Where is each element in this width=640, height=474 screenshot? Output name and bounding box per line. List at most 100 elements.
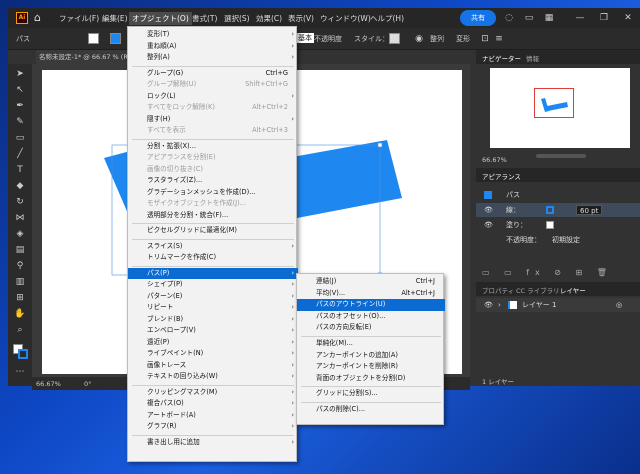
object-menu-item[interactable]: アートボード(A) › xyxy=(128,410,298,422)
object-menu-item[interactable]: グループ(G) Ctrl+G xyxy=(128,68,298,80)
isolate-icon[interactable]: ⊡ xyxy=(478,32,492,46)
graph-tool-icon[interactable]: ▥ xyxy=(14,276,26,288)
discover-icon[interactable]: ◌ xyxy=(502,11,516,25)
menu-effect[interactable]: 効果(C) xyxy=(253,12,285,25)
gradient-tool-icon[interactable]: ▤ xyxy=(14,244,26,256)
path-submenu-item[interactable]: 連結(J) Ctrl+J xyxy=(297,276,445,288)
path-submenu-item[interactable]: パスの方向反転(E) xyxy=(297,322,445,334)
layer-name[interactable]: レイヤー 1 xyxy=(522,298,556,312)
menu-select[interactable]: 選択(S) xyxy=(221,12,253,25)
tab-cc-libraries[interactable]: CC ライブラリ xyxy=(516,285,560,295)
path-submenu-item[interactable]: パスの削除(C)... xyxy=(297,404,445,416)
object-menu-item[interactable]: 透明部分を分割・統合(F)... xyxy=(128,210,298,222)
arrange-documents-icon[interactable]: ▦ xyxy=(542,11,556,25)
menu-edit[interactable]: 編集(E) xyxy=(99,12,131,25)
style-swatch[interactable] xyxy=(389,33,400,44)
object-menu-item[interactable]: スライス(S) › xyxy=(128,241,298,253)
object-menu-item[interactable]: ライブペイント(N) › xyxy=(128,348,298,360)
object-menu-item[interactable]: 複合パス(O) › xyxy=(128,398,298,410)
path-submenu-item[interactable]: アンカーポイントの追加(A) xyxy=(297,350,445,362)
object-menu-item[interactable]: モザイクオブジェクトを作成(J)... xyxy=(128,198,298,210)
tab-properties[interactable]: プロパティ xyxy=(482,285,514,295)
document-tab[interactable]: 名称未設定-1* @ 66.67 % (RGB/ xyxy=(36,50,136,64)
navigator-preview[interactable] xyxy=(490,68,630,148)
arrange-icon[interactable]: ▭ xyxy=(522,11,536,25)
path-submenu-item[interactable]: 背面のオブジェクトを分割(D) xyxy=(297,373,445,385)
maximize-icon[interactable]: ❐ xyxy=(592,8,616,28)
menu-view[interactable]: 表示(V) xyxy=(285,12,317,25)
navigator-zoom[interactable]: 66.67% xyxy=(482,156,507,164)
object-menu-item[interactable]: エンベロープ(V) › xyxy=(128,325,298,337)
object-menu-item[interactable]: トリムマークを作成(C) xyxy=(128,252,298,264)
brush-tool-icon[interactable]: ╱ xyxy=(14,148,26,160)
object-menu-item[interactable]: リピート › xyxy=(128,302,298,314)
menu-object[interactable]: オブジェクト(O) xyxy=(129,12,192,25)
menu-help[interactable]: ヘルプ(H) xyxy=(367,12,407,25)
fill-color-chip[interactable] xyxy=(546,221,554,229)
pen-tool-icon[interactable]: ✒ xyxy=(14,100,26,112)
visibility-eye-icon[interactable]: 👁 xyxy=(484,298,493,312)
object-menu-item[interactable]: パターン(E) › xyxy=(128,291,298,303)
object-menu-item[interactable]: テキストの回り込み(W) › xyxy=(128,371,298,383)
opacity-value[interactable]: 初期設定 xyxy=(552,233,580,247)
object-menu-item[interactable]: 遠近(P) › xyxy=(128,337,298,349)
navigator-zoom-slider[interactable] xyxy=(536,154,586,158)
object-menu-item[interactable]: グラフ(R) › xyxy=(128,421,298,433)
object-menu-item[interactable]: グループ解除(U) Shift+Ctrl+G xyxy=(128,79,298,91)
recolor-icon[interactable]: ◉ xyxy=(412,32,426,46)
rectangle-tool-icon[interactable]: ▭ xyxy=(14,132,26,144)
eyedropper-tool-icon[interactable]: ⚲ xyxy=(14,260,26,272)
home-icon[interactable]: ⌂ xyxy=(34,11,48,25)
path-submenu-item[interactable]: アンカーポイントを削除(R) xyxy=(297,361,445,373)
rotation-angle[interactable]: 0° xyxy=(84,380,91,388)
width-tool-icon[interactable]: ⋈ xyxy=(14,212,26,224)
visibility-eye-icon[interactable]: 👁 xyxy=(484,218,493,232)
hand-tool-icon[interactable]: ✋ xyxy=(14,308,26,320)
path-submenu-item[interactable]: 平均(V)... Alt+Ctrl+J xyxy=(297,288,445,300)
object-menu-item[interactable]: 重ね順(A) › xyxy=(128,41,298,53)
object-menu-item[interactable]: クリッピングマスク(M) › xyxy=(128,387,298,399)
stroke-swatch[interactable] xyxy=(110,33,121,44)
object-menu-item[interactable]: 隠す(H) › xyxy=(128,114,298,126)
layer-row[interactable]: 👁 › レイヤー 1 ◎ xyxy=(476,298,640,312)
object-menu-item[interactable]: すべてをロック解除(K) Alt+Ctrl+2 xyxy=(128,102,298,114)
object-menu-item[interactable]: 整列(A) › xyxy=(128,52,298,64)
object-menu-item[interactable]: グラデーションメッシュを作成(D)... xyxy=(128,187,298,199)
share-button[interactable]: 共有 xyxy=(460,10,496,26)
appearance-fill-row[interactable]: 👁 塗り： xyxy=(476,218,640,232)
object-menu-item[interactable]: 分割・拡張(X)... xyxy=(128,141,298,153)
tab-navigator[interactable]: ナビゲーター xyxy=(482,53,521,63)
path-submenu-item[interactable]: パスのアウトライン(U) xyxy=(297,299,445,311)
brush-definition[interactable]: 基本 xyxy=(296,33,314,43)
appearance-stroke-row[interactable]: 👁 線： 60 pt xyxy=(476,203,640,217)
panel-menu-icon[interactable]: ≡ xyxy=(492,32,506,46)
curvature-tool-icon[interactable]: ✎ xyxy=(14,116,26,128)
tab-appearance[interactable]: アピアランス xyxy=(482,171,521,181)
object-menu-item[interactable]: ラスタライズ(Z)... xyxy=(128,175,298,187)
object-menu-item[interactable]: 画像の切り抜き(C) xyxy=(128,164,298,176)
menu-file[interactable]: ファイル(F) xyxy=(56,12,102,25)
zoom-level[interactable]: 66.67% xyxy=(36,380,61,388)
object-menu-item[interactable]: 変形(T) › xyxy=(128,29,298,41)
object-menu-item[interactable]: ブレンド(B) › xyxy=(128,314,298,326)
stroke-weight-field[interactable]: 60 pt xyxy=(576,205,603,215)
object-menu-item[interactable]: ピクセルグリッドに最適化(M) xyxy=(128,225,298,237)
shape-builder-icon[interactable]: ◈ xyxy=(14,228,26,240)
object-menu-item[interactable]: シェイプ(P) › xyxy=(128,279,298,291)
object-menu-item[interactable]: 書き出し用に追加 › xyxy=(128,437,298,449)
menu-window[interactable]: ウィンドウ(W) xyxy=(317,12,374,25)
tab-layers[interactable]: レイヤー xyxy=(560,285,586,295)
zoom-tool-icon[interactable]: ⌕ xyxy=(14,324,26,336)
rotate-tool-icon[interactable]: ↻ xyxy=(14,196,26,208)
tab-info[interactable]: 情報 xyxy=(526,53,539,63)
selection-tool-icon[interactable]: ➤ xyxy=(14,68,26,80)
appearance-opacity-row[interactable]: 不透明度： 初期設定 xyxy=(476,233,640,247)
bounding-handle[interactable] xyxy=(377,142,383,148)
opacity-label[interactable]: 不透明度 xyxy=(314,34,342,44)
layer-target-icon[interactable]: ◎ xyxy=(616,298,622,312)
expand-arrow-icon[interactable]: › xyxy=(498,298,501,312)
edit-toolbar-icon[interactable]: ⋯ xyxy=(14,366,26,378)
object-menu-item[interactable]: パス(P) › xyxy=(128,267,298,280)
minimize-icon[interactable]: — xyxy=(568,8,592,28)
appearance-footer-icons[interactable]: ▭ ▭ fx ⊘ ⊞ 🗑 xyxy=(482,268,613,277)
